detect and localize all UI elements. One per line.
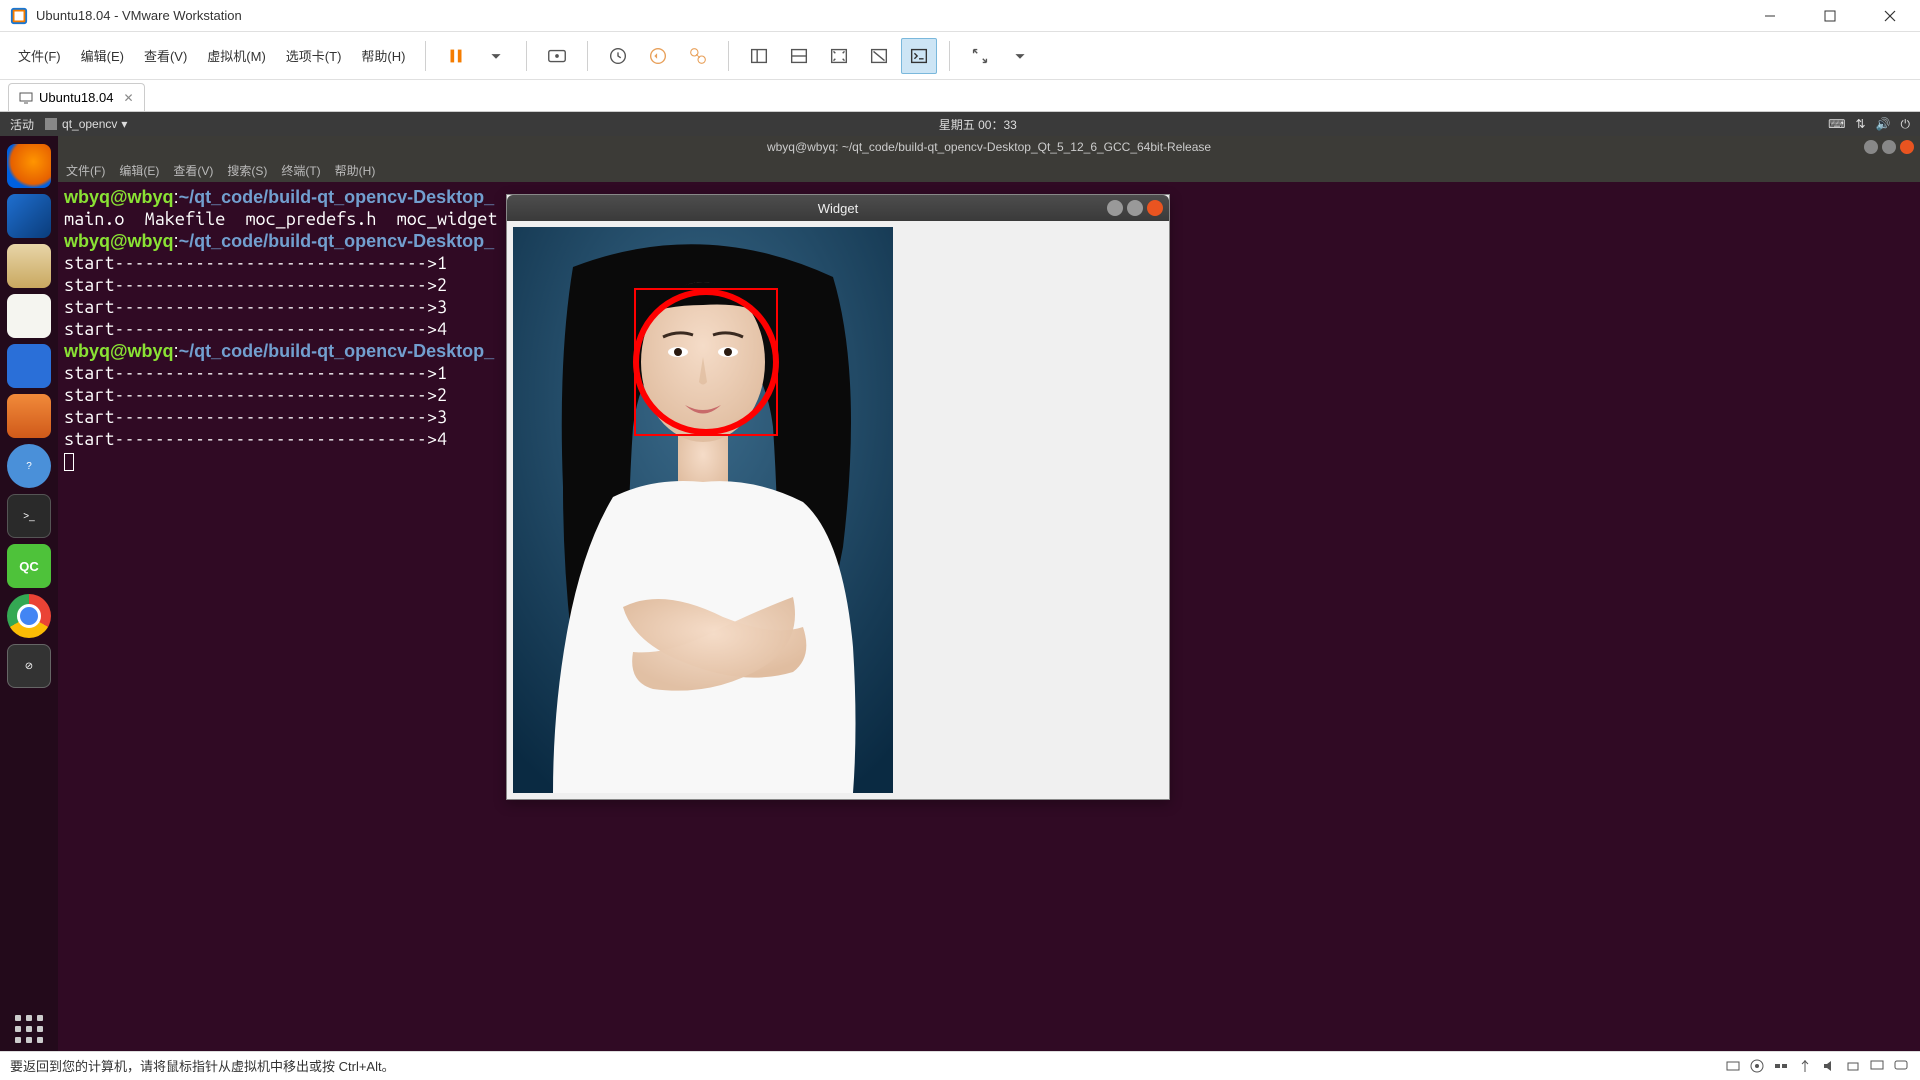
launcher-qt-creator[interactable]: QC: [7, 544, 51, 588]
tab-close-button[interactable]: ✕: [123, 91, 133, 105]
separator: [425, 41, 426, 71]
minimize-button[interactable]: [1750, 2, 1790, 30]
face-detection-image: [513, 227, 893, 793]
terminal-close-button[interactable]: [1900, 140, 1914, 154]
launcher-app[interactable]: ⊘: [7, 644, 51, 688]
term-menu-terminal[interactable]: 终端(T): [281, 162, 320, 179]
launcher-ubuntu-software[interactable]: [7, 394, 51, 438]
tab-ubuntu[interactable]: Ubuntu18.04 ✕: [8, 83, 145, 111]
message-icon[interactable]: [1892, 1057, 1910, 1075]
keyboard-icon[interactable]: ⌨: [1828, 117, 1845, 131]
close-button[interactable]: [1870, 2, 1910, 30]
terminal-titlebar[interactable]: wbyq@wbyq: ~/qt_code/build-qt_opencv-Des…: [58, 136, 1920, 158]
terminal-menubar: 文件(F) 编辑(E) 查看(V) 搜索(S) 终端(T) 帮助(H): [58, 158, 1920, 182]
menu-tabs[interactable]: 选项卡(T): [278, 40, 350, 71]
widget-maximize-button[interactable]: [1127, 200, 1143, 216]
ubuntu-launcher: ? >_ QC ⊘: [0, 136, 58, 1051]
terminal-minimize-button[interactable]: [1864, 140, 1878, 154]
view-split-button[interactable]: [781, 38, 817, 74]
device-display-icon[interactable]: [1868, 1057, 1886, 1075]
vmware-tabs: Ubuntu18.04 ✕: [0, 80, 1920, 112]
term-menu-help[interactable]: 帮助(H): [335, 162, 376, 179]
statusbar-icons: [1724, 1057, 1910, 1075]
terminal-maximize-button[interactable]: [1882, 140, 1896, 154]
widget-content: [507, 221, 1169, 799]
console-button[interactable]: [901, 38, 937, 74]
widget-title: Widget: [818, 201, 858, 216]
send-ctrl-alt-del-button[interactable]: [539, 38, 575, 74]
menu-vm[interactable]: 虚拟机(M): [199, 40, 274, 71]
separator: [728, 41, 729, 71]
window-controls: [1750, 2, 1910, 30]
launcher-rhythmbox[interactable]: [7, 294, 51, 338]
separator: [949, 41, 950, 71]
launcher-thunderbird[interactable]: [7, 194, 51, 238]
dropdown-button[interactable]: [478, 38, 514, 74]
device-printer-icon[interactable]: [1844, 1057, 1862, 1075]
device-cd-icon[interactable]: [1748, 1057, 1766, 1075]
maximize-button[interactable]: [1810, 2, 1850, 30]
view-single-button[interactable]: [741, 38, 777, 74]
monitor-icon: [19, 91, 33, 105]
unity-button[interactable]: [861, 38, 897, 74]
term-menu-view[interactable]: 查看(V): [173, 162, 213, 179]
vmware-statusbar: 要返回到您的计算机，请将鼠标指针从虚拟机中移出或按 Ctrl+Alt。: [0, 1051, 1920, 1079]
app-menu[interactable]: qt_opencv ▾: [44, 117, 127, 131]
widget-close-button[interactable]: [1147, 200, 1163, 216]
launcher-terminal[interactable]: >_: [7, 494, 51, 538]
snapshot-button[interactable]: [600, 38, 636, 74]
term-menu-file[interactable]: 文件(F): [66, 162, 105, 179]
vmware-window-title: Ubuntu18.04 - VMware Workstation: [36, 8, 1750, 23]
launcher-libreoffice-writer[interactable]: [7, 344, 51, 388]
widget-window[interactable]: Widget: [506, 194, 1170, 800]
fullscreen-button[interactable]: [821, 38, 857, 74]
manage-snapshots-button[interactable]: [680, 38, 716, 74]
app-name: qt_opencv: [62, 117, 117, 131]
stretch-dropdown-button[interactable]: [1002, 38, 1038, 74]
tab-label: Ubuntu18.04: [39, 90, 113, 105]
revert-snapshot-button[interactable]: [640, 38, 676, 74]
power-icon[interactable]: ⏻: [1901, 117, 1911, 132]
volume-icon[interactable]: 🔊: [1876, 117, 1891, 131]
launcher-help[interactable]: ?: [7, 444, 51, 488]
launcher-chrome[interactable]: [7, 594, 51, 638]
ubuntu-desktop: 活动 qt_opencv ▾ 星期五 00：33 ⌨ ⇅ 🔊 ⏻ ? >_ QC: [0, 112, 1920, 1051]
activities-button[interactable]: 活动: [10, 116, 34, 133]
terminal-window: wbyq@wbyq: ~/qt_code/build-qt_opencv-Des…: [58, 136, 1920, 1051]
terminal-title: wbyq@wbyq: ~/qt_code/build-qt_opencv-Des…: [767, 140, 1211, 154]
widget-minimize-button[interactable]: [1107, 200, 1123, 216]
menu-help[interactable]: 帮助(H): [353, 40, 413, 71]
widget-titlebar[interactable]: Widget: [507, 195, 1169, 221]
device-sound-icon[interactable]: [1820, 1057, 1838, 1075]
menu-edit[interactable]: 编辑(E): [73, 40, 132, 71]
show-applications-button[interactable]: [7, 1007, 51, 1051]
separator: [587, 41, 588, 71]
term-menu-edit[interactable]: 编辑(E): [119, 162, 159, 179]
term-menu-search[interactable]: 搜索(S): [227, 162, 267, 179]
app-icon: [44, 117, 58, 131]
vmware-menubar: 文件(F) 编辑(E) 查看(V) 虚拟机(M) 选项卡(T) 帮助(H): [0, 32, 1920, 80]
stretch-button[interactable]: [962, 38, 998, 74]
vmware-titlebar: Ubuntu18.04 - VMware Workstation: [0, 0, 1920, 32]
pause-button[interactable]: [438, 38, 474, 74]
vmware-logo-icon: [10, 7, 28, 25]
device-usb-icon[interactable]: [1796, 1057, 1814, 1075]
launcher-files[interactable]: [7, 244, 51, 288]
network-icon[interactable]: ⇅: [1855, 117, 1865, 131]
menu-file[interactable]: 文件(F): [10, 40, 69, 71]
device-network-icon[interactable]: [1772, 1057, 1790, 1075]
ubuntu-topbar: 活动 qt_opencv ▾ 星期五 00：33 ⌨ ⇅ 🔊 ⏻: [0, 112, 1920, 136]
menu-view[interactable]: 查看(V): [136, 40, 195, 71]
clock[interactable]: 星期五 00：33: [127, 116, 1828, 133]
status-text: 要返回到您的计算机，请将鼠标指针从虚拟机中移出或按 Ctrl+Alt。: [10, 1056, 395, 1075]
separator: [526, 41, 527, 71]
launcher-firefox[interactable]: [7, 144, 51, 188]
device-hdd-icon[interactable]: [1724, 1057, 1742, 1075]
